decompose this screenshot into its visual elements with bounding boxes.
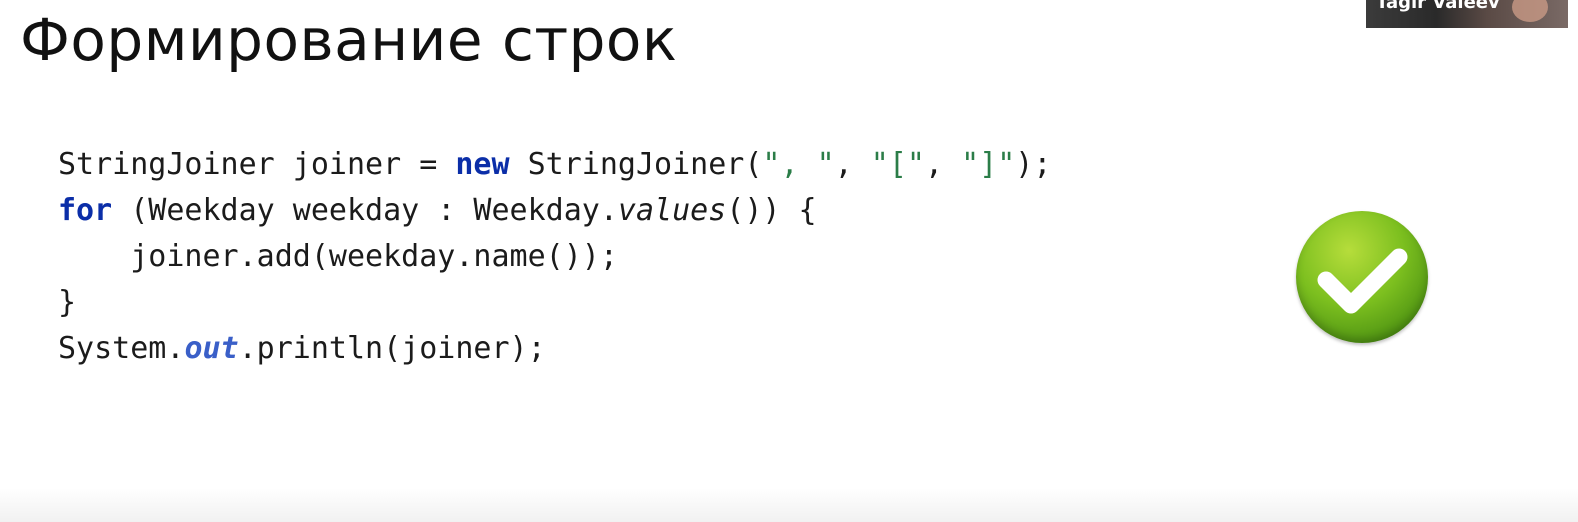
code-text: StringJoiner( <box>509 147 763 182</box>
code-block: StringJoiner joiner = new StringJoiner("… <box>58 142 1051 372</box>
slide: Формирование строк StringJoiner joiner =… <box>0 0 1578 522</box>
code-line-4: } <box>58 285 77 320</box>
check-icon <box>1317 248 1408 314</box>
webcam-thumbnail[interactable]: Tagir Valeev <box>1366 0 1568 28</box>
speaker-name: Tagir Valeev <box>1376 0 1500 13</box>
check-badge <box>1296 211 1428 343</box>
slide-title: Формирование строк <box>20 6 678 74</box>
code-text: ); <box>1015 147 1052 182</box>
webcam-video-frame <box>1512 0 1548 22</box>
slide-bottom-edge <box>0 488 1578 522</box>
code-keyword: new <box>455 147 510 182</box>
code-line-2: for (Weekday weekday : Weekday.values())… <box>58 188 1051 234</box>
code-text: , <box>924 147 962 182</box>
code-text: (Weekday weekday : Weekday. <box>112 193 618 228</box>
code-static-field: out <box>184 331 239 366</box>
code-text: .println(joiner); <box>238 331 546 366</box>
code-string: "[" <box>870 147 925 182</box>
code-text: StringJoiner joiner = <box>58 147 456 182</box>
code-line-5: System.out.println(joiner); <box>58 326 1051 372</box>
code-string: "]" <box>961 147 1016 182</box>
code-static-method: values <box>617 193 727 228</box>
code-text: , <box>834 147 871 182</box>
code-text: System. <box>58 331 185 366</box>
code-text: ()) { <box>726 193 817 228</box>
code-line-3: joiner.add(weekday.name()); <box>58 239 618 274</box>
code-string: ", " <box>762 147 835 182</box>
code-keyword: for <box>58 193 113 228</box>
code-line-1: StringJoiner joiner = new StringJoiner("… <box>58 142 1051 188</box>
